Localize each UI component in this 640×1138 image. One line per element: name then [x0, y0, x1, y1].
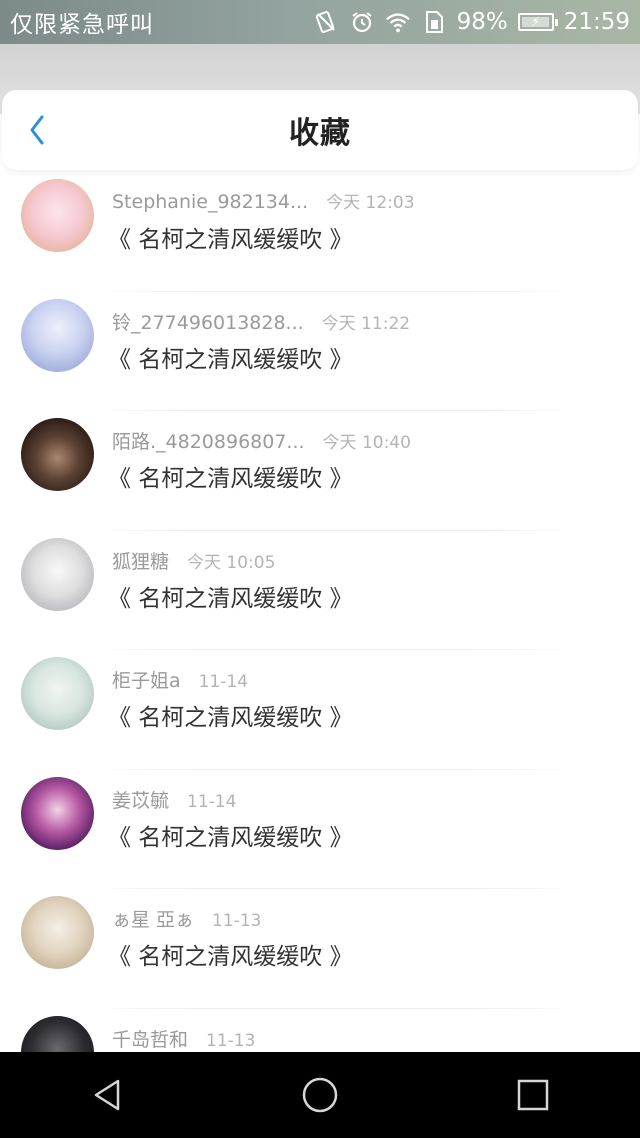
back-button[interactable] — [22, 114, 52, 146]
timestamp: 11-14 — [198, 672, 249, 692]
favorites-list: Stephanie_982134... 今天 12:03 《 名柯之清风缓缓吹 》… — [0, 172, 640, 1052]
wifi-icon — [385, 9, 411, 35]
work-title[interactable]: 《 名柯之清风缓缓吹 》 — [108, 698, 353, 732]
timestamp: 11-13 — [212, 911, 262, 931]
nav-home-button[interactable] — [290, 1065, 350, 1125]
avatar[interactable] — [21, 298, 94, 372]
username[interactable]: 狐狸糖 — [112, 551, 169, 573]
work-title[interactable]: 《 名柯之清风缓缓吹 》 — [108, 459, 353, 493]
list-item[interactable]: 柜子姐a 11-14 《 名柯之清风缓缓吹 》 — [0, 650, 640, 770]
avatar[interactable] — [21, 418, 94, 491]
list-item[interactable]: 狐狸糖 今天 10:05 《 名柯之清风缓缓吹 》 — [0, 531, 640, 650]
work-title[interactable]: 《 名柯之清风缓缓吹 》 — [108, 579, 353, 613]
username[interactable]: Stephanie_982134... — [112, 191, 308, 213]
username[interactable]: 千岛哲和 — [112, 1029, 188, 1051]
list-item[interactable]: 铃_277496013828... 今天 11:22 《 名柯之清风缓缓吹 》 — [0, 292, 640, 411]
username[interactable]: 姜苡毓 — [112, 790, 169, 812]
sim-card-icon — [421, 9, 447, 35]
timestamp: 今天 12:03 — [326, 193, 415, 213]
recents-square-icon — [518, 1079, 549, 1111]
username[interactable]: 柜子姐a — [112, 670, 181, 692]
work-title[interactable]: 《 名柯之清风缓缓吹 》 — [108, 818, 353, 852]
chevron-left-icon — [30, 115, 44, 145]
battery-charging-icon: ⚡ — [517, 13, 558, 31]
avatar[interactable] — [21, 776, 94, 850]
navigation-bar — [0, 1052, 640, 1138]
username[interactable]: 铃_277496013828... — [112, 312, 304, 334]
timestamp: 11-14 — [187, 791, 237, 812]
work-title[interactable]: 《 名柯之清风缓缓吹 》 — [108, 340, 353, 374]
work-title[interactable]: 《 名柯之清风缓缓吹 》 — [108, 220, 353, 254]
list-item[interactable]: 千岛哲和 11-13 — [0, 1009, 640, 1052]
timestamp: 今天 11:22 — [321, 313, 411, 334]
timestamp: 11-13 — [206, 1030, 256, 1051]
status-bar: 仅限紧急呼叫 98% ⚡ 21:59 — [0, 0, 640, 44]
work-title[interactable]: 《 名柯之清风缓缓吹 》 — [108, 937, 353, 971]
timestamp: 今天 10:40 — [322, 433, 411, 453]
carrier-text: 仅限紧急呼叫 — [10, 12, 154, 38]
nav-back-button[interactable] — [77, 1065, 137, 1125]
battery-percent: 98% — [456, 9, 508, 35]
header-bar: 收藏 — [2, 90, 638, 170]
alarm-icon — [349, 9, 375, 35]
avatar[interactable] — [21, 896, 94, 969]
username[interactable]: 陌路._4820896807... — [112, 431, 305, 453]
avatar[interactable] — [21, 179, 94, 252]
list-item[interactable]: Stephanie_982134... 今天 12:03 《 名柯之清风缓缓吹 》 — [0, 172, 640, 292]
status-icons: 98% ⚡ 21:59 — [313, 9, 630, 35]
avatar[interactable] — [21, 657, 94, 730]
avatar[interactable] — [21, 1015, 94, 1052]
username[interactable]: ぁ星 亞ぁ — [112, 909, 194, 931]
home-circle-icon — [302, 1077, 338, 1113]
no-sim-icon — [313, 9, 339, 35]
list-item[interactable]: 姜苡毓 11-14 《 名柯之清风缓缓吹 》 — [0, 770, 640, 889]
back-triangle-icon — [94, 1079, 119, 1111]
clock: 21:59 — [563, 9, 630, 35]
avatar[interactable] — [21, 537, 94, 611]
page-title: 收藏 — [289, 116, 351, 151]
nav-recents-button[interactable] — [503, 1065, 563, 1125]
timestamp: 今天 10:05 — [187, 552, 276, 573]
list-item[interactable]: 陌路._4820896807... 今天 10:40 《 名柯之清风缓缓吹 》 — [0, 411, 640, 531]
list-item[interactable]: ぁ星 亞ぁ 11-13 《 名柯之清风缓缓吹 》 — [0, 889, 640, 1009]
